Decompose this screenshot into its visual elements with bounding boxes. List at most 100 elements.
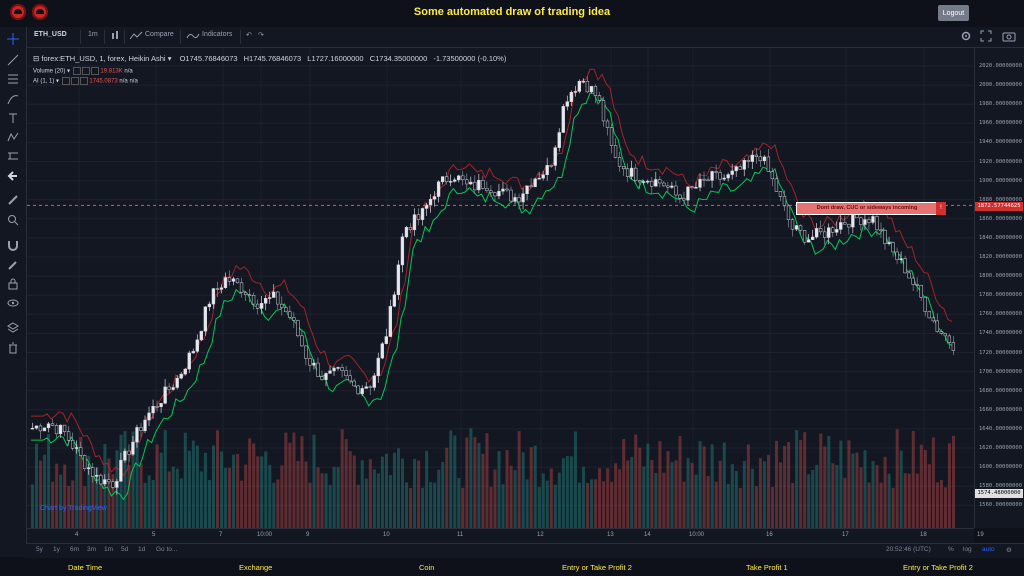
range-button-3m[interactable]: 3m [87,546,96,553]
annotation-badge[interactable]: ! [936,202,946,215]
volume-bar [654,472,658,528]
crosshair-icon[interactable] [7,33,19,45]
volume-bar [750,468,754,528]
symbol-search[interactable]: ETH_USD [34,31,67,38]
toolbar-divider [124,30,125,44]
range-button-5d[interactable]: 5d [121,546,128,553]
zoom-icon[interactable] [7,214,19,226]
candle-body [738,166,742,170]
fib-tool-icon[interactable] [7,73,19,85]
lock-icon[interactable] [7,278,19,290]
volume-bar [598,468,602,528]
settings-gear-icon[interactable] [960,30,972,42]
compare-button[interactable]: Compare [145,31,174,38]
legend-dropdown-icon[interactable]: ▾ [168,54,172,63]
candle-body [119,459,123,482]
range-button-5y[interactable]: 5y [36,546,43,553]
volume-bar [879,482,883,528]
candle-body [175,377,179,388]
annotation-callout[interactable]: Dont draw, CUC or sideways incoming [796,202,938,215]
candle-body [790,219,795,230]
candle-body [79,447,83,456]
volume-bar [159,452,163,528]
volume-bar [441,462,445,528]
log-toggle[interactable]: log [963,546,972,553]
percent-toggle[interactable]: % [948,546,954,553]
volume-bar [714,481,718,528]
tradingview-watermark[interactable]: Chart by TradingView [40,505,107,512]
volume-bar [380,456,384,528]
auto-toggle[interactable]: auto [982,546,995,553]
ai-remove-icon[interactable] [79,77,88,85]
volume-legend-label[interactable]: Volume (20) [33,69,65,75]
trash-icon[interactable] [7,342,19,354]
volume-bar [775,440,779,528]
indicators-button[interactable]: Indicators [202,31,232,38]
legend-series-title[interactable]: forex:ETH_USD, 1, forex, Heikin Ashi [41,54,165,63]
back-arrow-icon[interactable] [7,170,19,182]
volume-visibility-icon[interactable] [72,67,81,75]
goto-date-button[interactable]: Go to... [156,546,177,553]
volume-bar [738,487,742,528]
chart-canvas[interactable] [27,48,982,528]
candle-body [348,375,352,382]
candle-body [839,222,843,230]
toolbar-divider [180,30,181,44]
eye-icon[interactable] [7,297,19,309]
candle-body [95,474,99,477]
time-axis[interactable]: 4 5 7 10:00 9 10 11 12 13 14 10:00 16 17 18 19 [27,528,984,544]
price-tick-label: 2000.00000000 [979,82,1023,89]
range-button-1y[interactable]: 1y [53,546,60,553]
logout-button[interactable]: Logout [938,5,969,21]
volume-bar [835,464,839,528]
brush-icon[interactable] [7,93,19,105]
price-axis[interactable]: 2020.00000000 2000.00000000 1980.00000000 1… [974,48,1024,528]
candle-body [392,294,397,307]
candle-body [537,177,541,180]
volume-bar [947,443,951,528]
volume-bar [549,468,553,528]
camera-icon[interactable] [1002,30,1016,42]
layers-icon[interactable] [7,322,19,334]
trend-line-icon[interactable] [7,54,19,66]
legend-collapse-icon[interactable]: ⊟ [33,54,39,63]
candle-body [143,419,147,431]
range-button-1d[interactable]: 1d [138,546,145,553]
magnet-icon[interactable] [7,239,19,251]
prediction-tool-icon[interactable] [7,150,19,162]
ai-settings-icon[interactable] [70,77,79,85]
volume-bar [586,483,590,528]
candle-body [843,222,847,225]
undo-icon[interactable]: ↶ [246,31,252,39]
fullscreen-icon[interactable] [980,30,992,42]
candle-body [99,474,103,485]
volume-bar [702,446,706,528]
volume-bar [167,471,171,528]
range-button-1m[interactable]: 1m [104,546,113,553]
candle-body [493,192,497,197]
interval-selector[interactable]: 1m [88,31,98,38]
ai-legend-label[interactable]: AI (1, 1) [33,79,54,85]
pattern-tool-icon[interactable] [7,131,19,143]
candle-body [766,156,771,172]
candle-body [83,455,87,469]
price-chart[interactable] [27,48,982,528]
text-tool-icon[interactable] [7,112,19,124]
candle-body [328,370,332,374]
chart-type-icon[interactable] [110,30,120,42]
candle-body [654,179,658,187]
pencil-lock-icon[interactable] [7,259,19,271]
ai-visibility-icon[interactable] [61,77,70,85]
candle-body [613,145,618,158]
price-tick-label: 1660.00000000 [979,406,1023,413]
volume-remove-icon[interactable] [90,67,99,75]
candle-body [883,229,887,245]
ruler-icon[interactable] [7,194,19,206]
candle-body [903,258,907,274]
scale-settings-icon[interactable]: ⚙ [1006,546,1012,554]
volume-settings-icon[interactable] [81,67,90,75]
range-button-6m[interactable]: 6m [70,546,79,553]
candle-body [810,236,815,240]
footer-exchange: Exchange [239,563,273,572]
redo-icon[interactable]: ↷ [258,31,264,39]
